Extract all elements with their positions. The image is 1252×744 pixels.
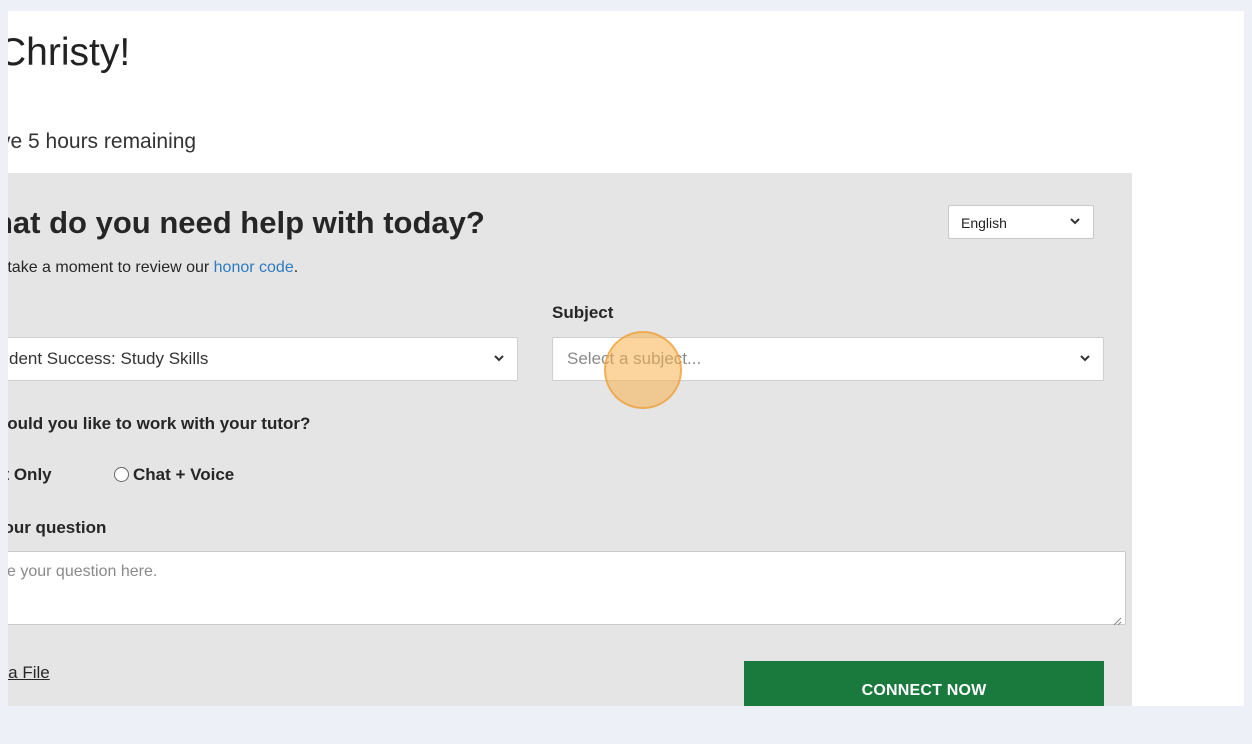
radio-chat-only-label: at Only [8,465,52,484]
help-request-panel: hat do you need help with today? English… [8,173,1132,706]
radio-circle[interactable] [114,467,129,482]
hours-remaining-text: ve 5 hours remaining [8,130,197,153]
honor-code-text: e take a moment to review our [8,259,214,276]
radio-chat-only[interactable]: at Only [8,465,52,485]
greeting-heading: Christy! [8,31,131,74]
honor-code-suffix: . [293,259,299,276]
subject-label: Subject [552,303,614,322]
language-select[interactable]: English [948,205,1094,239]
page-content: Christy! ve 5 hours remaining hat do you… [8,11,1244,706]
radio-chat-voice[interactable]: Chat + Voice [114,465,234,485]
language-selected-value: English [961,215,1007,231]
question-textarea[interactable]: e your question here. [8,551,1126,626]
question-placeholder: e your question here. [8,563,158,580]
question-label: your question [8,518,107,537]
subject-select[interactable]: Select a subject... [552,337,1104,381]
chevron-down-icon [1079,350,1091,369]
subject-placeholder: Select a subject... [567,349,702,368]
honor-code-link[interactable]: honor code [214,259,294,276]
work-mode-question: would you like to work with your tutor? [8,414,311,433]
help-heading: hat do you need help with today? [8,205,485,240]
topic-select[interactable]: dent Success: Study Skills [8,337,518,381]
attach-file-link[interactable]: h a File [8,663,50,683]
resize-grip-icon[interactable] [1113,613,1122,626]
honor-code-notice: e take a moment to review our honor code… [8,259,298,277]
topic-selected-value: dent Success: Study Skills [9,349,209,368]
chevron-down-icon [1069,213,1081,232]
connect-now-button[interactable]: CONNECT NOW [744,661,1104,706]
radio-chat-voice-label: Chat + Voice [133,465,235,484]
chevron-down-icon [493,350,505,369]
